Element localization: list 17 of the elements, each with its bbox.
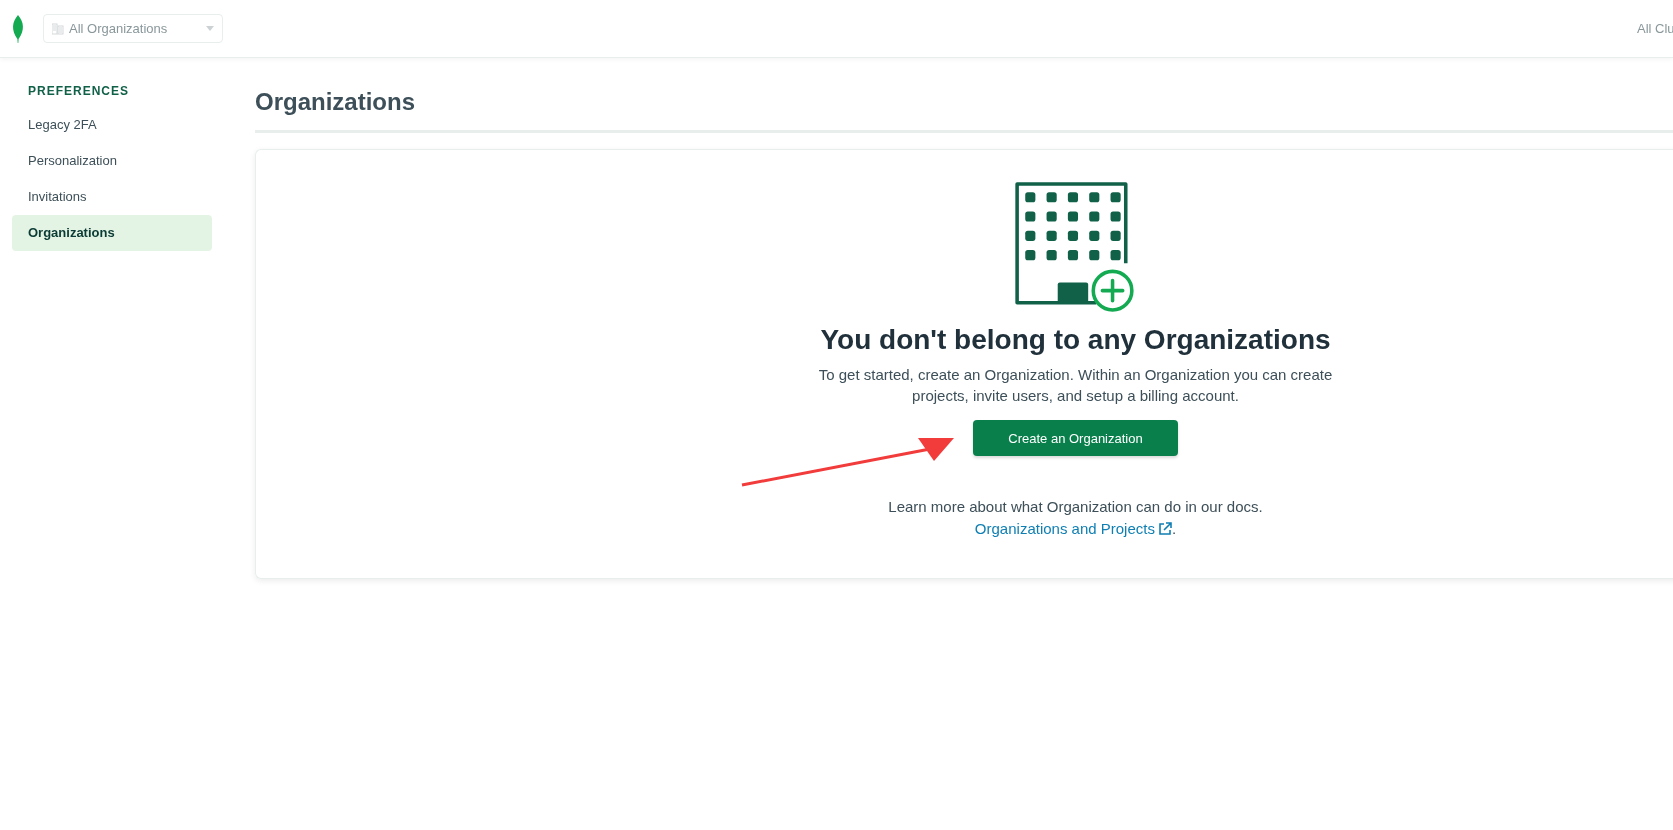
- create-organization-button[interactable]: Create an Organization: [973, 420, 1178, 456]
- external-link-icon[interactable]: [1157, 521, 1172, 536]
- empty-state-title: You don't belong to any Organizations: [820, 324, 1331, 356]
- sidebar-item[interactable]: Legacy 2FA: [12, 107, 212, 143]
- page-title: Organizations: [255, 88, 1673, 133]
- sidebar-item[interactable]: Organizations: [12, 215, 212, 251]
- building-icon: [52, 22, 64, 35]
- empty-state-description: To get started, create an Organization. Within an Organization you can create projects, invite users, and setup a billing account.: [817, 365, 1334, 406]
- leaf-logo[interactable]: [11, 14, 25, 43]
- period-text: .: [1171, 520, 1177, 537]
- docs-link[interactable]: Organizations and Projects: [974, 520, 1155, 537]
- sidebar-item[interactable]: Invitations: [12, 179, 212, 215]
- caret-icon: [206, 26, 214, 31]
- section-heading: PREFERENCES: [27, 84, 131, 98]
- building-plus-icon: [1014, 182, 1137, 314]
- sidebar-item[interactable]: Personalization: [12, 143, 212, 179]
- learn-more-text: Learn more about what Organization can do in our docs.: [888, 498, 1263, 515]
